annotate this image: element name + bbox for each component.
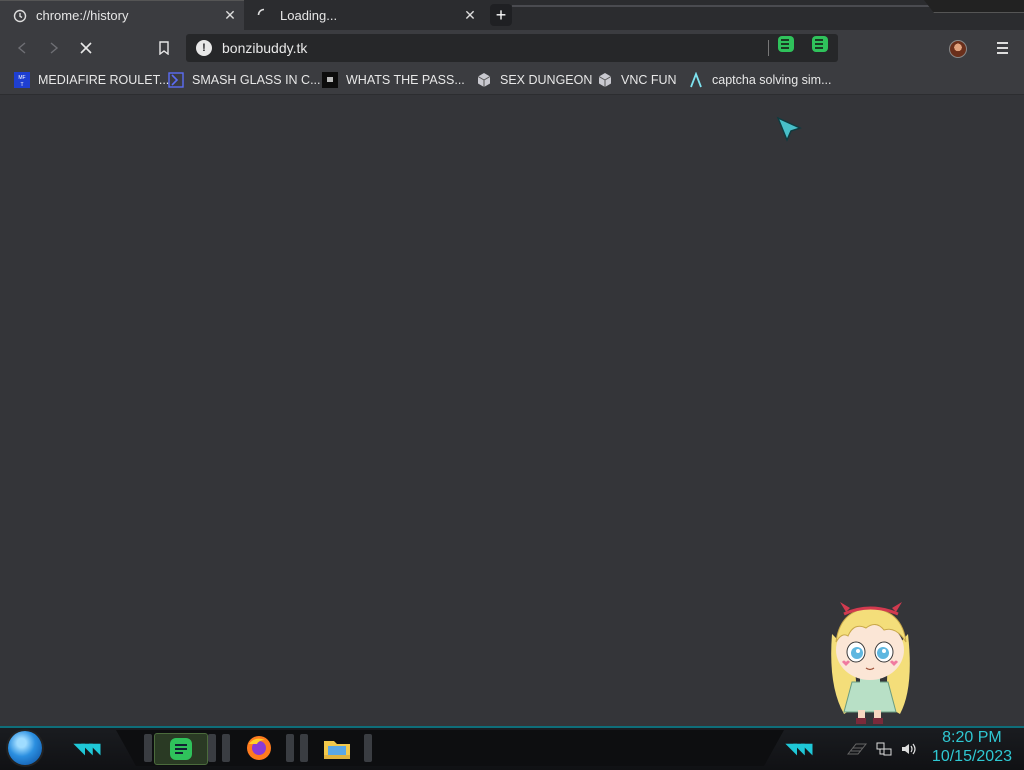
close-tab-icon[interactable]: ✕ bbox=[462, 7, 478, 23]
loading-spinner-icon bbox=[256, 7, 272, 23]
bookmark-button[interactable] bbox=[154, 38, 174, 58]
taskbar-decoration: ◥◥◥ bbox=[786, 740, 812, 756]
bookmark-item[interactable]: MF T MEDIAFIRE ROULET... bbox=[14, 71, 169, 89]
network-icon[interactable] bbox=[876, 741, 892, 757]
notes-app-icon[interactable] bbox=[154, 733, 208, 765]
clock-date: 10/15/2023 bbox=[931, 748, 1012, 765]
notes-extension-icon[interactable] bbox=[778, 36, 794, 52]
forward-button[interactable] bbox=[44, 38, 64, 58]
tab-loading[interactable]: Loading... ✕ bbox=[244, 0, 484, 30]
close-tab-icon[interactable]: ✕ bbox=[222, 7, 238, 24]
tab-strip: chrome://history ✕ Loading... ✕ + bbox=[0, 0, 1024, 30]
tab-title: Loading... bbox=[280, 7, 338, 23]
taskbar-separator bbox=[144, 734, 152, 762]
bookmark-icon bbox=[159, 41, 169, 55]
clock-time: 8:20 PM bbox=[942, 729, 1002, 746]
notes-extension-icon[interactable] bbox=[812, 36, 828, 52]
system-tray bbox=[846, 738, 916, 760]
firefox-icon[interactable] bbox=[234, 733, 284, 763]
mediafire-icon: MF T bbox=[14, 72, 30, 88]
url-text: bonzibuddy.tk bbox=[222, 40, 308, 56]
taskbar-app-area bbox=[116, 730, 784, 766]
taskbar-separator bbox=[208, 734, 216, 762]
mouse-cursor-icon bbox=[776, 116, 802, 142]
taskbar-separator bbox=[364, 734, 372, 762]
tab-history[interactable]: chrome://history ✕ bbox=[0, 0, 244, 30]
start-button[interactable] bbox=[8, 731, 42, 765]
svg-text:MF: MF bbox=[18, 75, 25, 81]
new-tab-button[interactable]: + bbox=[490, 4, 512, 26]
svg-text:T: T bbox=[20, 82, 23, 88]
not-secure-icon[interactable]: ! bbox=[196, 40, 212, 56]
desktop-mascot-character bbox=[831, 602, 910, 724]
bookmark-label: WHATS THE PASS... bbox=[346, 73, 465, 87]
stop-loading-button[interactable] bbox=[76, 38, 96, 58]
bookmark-item[interactable]: SEX DUNGEON bbox=[476, 71, 592, 89]
bookmark-label: SMASH GLASS IN C... bbox=[192, 73, 321, 87]
bookmark-item[interactable]: captcha solving sim... bbox=[688, 71, 832, 89]
menu-button[interactable] bbox=[994, 39, 1010, 57]
bookmark-item[interactable]: SMASH GLASS IN C... bbox=[168, 71, 321, 89]
lambda-icon bbox=[688, 72, 704, 88]
bookmark-label: SEX DUNGEON bbox=[500, 73, 593, 87]
dark-square-icon bbox=[322, 72, 338, 88]
taskbar-separator bbox=[286, 734, 294, 762]
taskbar-separator bbox=[222, 734, 230, 762]
history-icon bbox=[12, 8, 28, 24]
file-explorer-icon[interactable] bbox=[312, 733, 362, 763]
omnibox-separator bbox=[768, 40, 769, 56]
system-clock[interactable]: 8:20 PM 10/15/2023 bbox=[932, 728, 1012, 766]
window-frame-decoration bbox=[924, 0, 1024, 13]
profile-avatar[interactable] bbox=[949, 40, 967, 58]
cube-icon bbox=[597, 72, 613, 88]
browser-toolbar: ! bonzibuddy.tk bbox=[0, 30, 1024, 66]
close-icon bbox=[80, 42, 92, 54]
chevron-box-icon bbox=[168, 72, 184, 88]
bookmark-label: VNC FUN bbox=[621, 73, 677, 87]
bookmark-label: captcha solving sim... bbox=[712, 73, 832, 87]
volume-icon[interactable] bbox=[900, 741, 916, 757]
back-arrow-icon bbox=[17, 42, 26, 54]
bookmark-label: MEDIAFIRE ROULET... bbox=[38, 73, 170, 87]
bookmarks-bar: MF T MEDIAFIRE ROULET... SMASH GLASS IN C… bbox=[0, 66, 1024, 95]
address-bar[interactable]: ! bonzibuddy.tk bbox=[186, 34, 838, 62]
back-button[interactable] bbox=[12, 38, 32, 58]
tab-title: chrome://history bbox=[36, 8, 129, 23]
taskbar-decoration: ◥◥◥ bbox=[74, 740, 100, 756]
bookmark-item[interactable]: WHATS THE PASS... bbox=[322, 71, 465, 89]
show-desktop-icon[interactable] bbox=[846, 742, 868, 756]
taskbar-separator bbox=[300, 734, 308, 762]
cube-icon bbox=[476, 72, 492, 88]
tab-strip-divider bbox=[512, 5, 932, 7]
forward-arrow-icon bbox=[50, 42, 59, 54]
taskbar: ◥◥◥ ◥◥◥ 8:20 PM 10/15/2023 bbox=[0, 726, 1024, 770]
bookmark-item[interactable]: VNC FUN bbox=[597, 71, 677, 89]
